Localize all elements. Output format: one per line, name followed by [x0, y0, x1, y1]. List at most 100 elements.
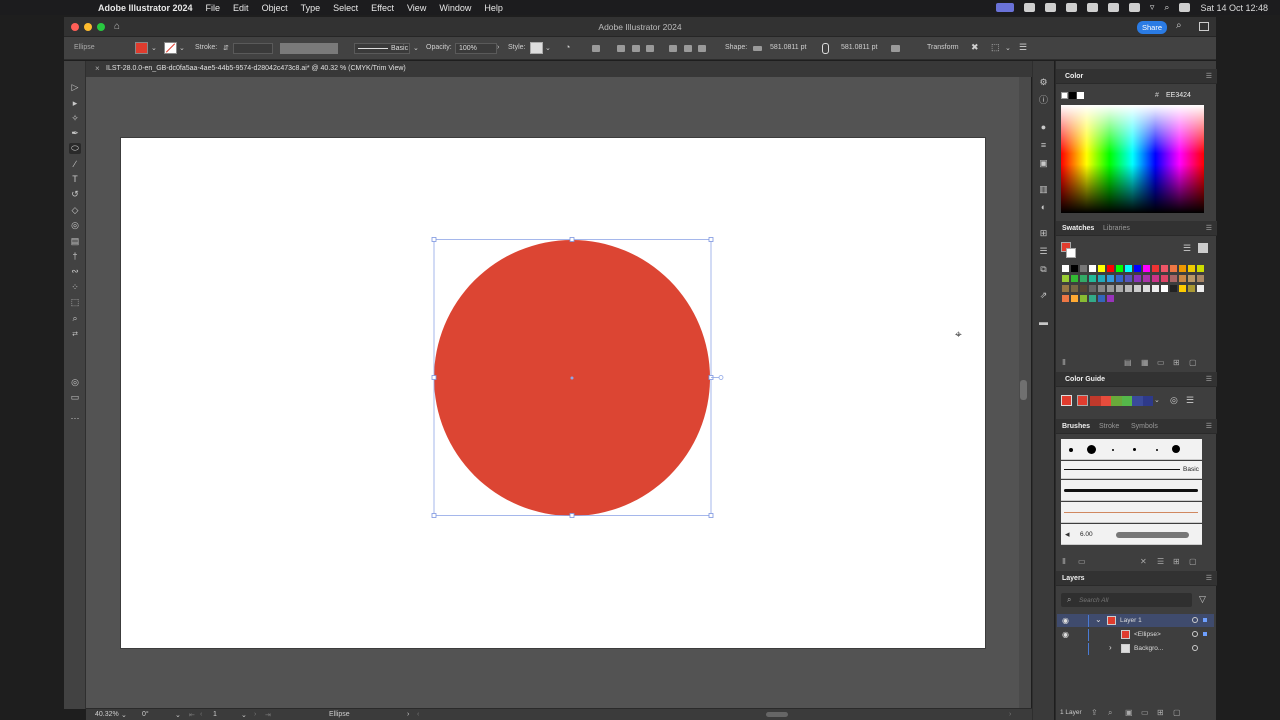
swatch[interactable]	[1080, 265, 1087, 272]
variable-width-profile[interactable]	[280, 43, 338, 54]
shape-builder-tool-icon[interactable]: ◎	[69, 220, 81, 231]
selection-tool-icon[interactable]: ▷	[69, 82, 81, 93]
last-artboard-icon[interactable]: ⇥	[265, 711, 271, 719]
swatch[interactable]	[1107, 265, 1114, 272]
hex-input[interactable]: EE3424	[1166, 92, 1191, 99]
locate-object-icon[interactable]: ⌕	[1108, 708, 1112, 718]
expand-chevron-icon[interactable]: ⌄	[1095, 615, 1102, 624]
visibility-eye-icon[interactable]: ◉	[1062, 630, 1069, 639]
harmony-color-5[interactable]	[1121, 396, 1132, 406]
info-panel-icon[interactable]: ⓘ	[1038, 95, 1049, 105]
ellipse-tool-icon[interactable]: ⬭	[69, 143, 81, 154]
screen-mode-icon[interactable]: ▭	[69, 392, 81, 403]
next-artboard-icon[interactable]: ›	[254, 711, 256, 718]
horizontal-scroll-thumb[interactable]	[766, 712, 788, 717]
word-icon[interactable]	[1023, 3, 1035, 12]
swatch[interactable]	[1152, 265, 1159, 272]
brushes-tab[interactable]: Brushes	[1062, 423, 1090, 430]
menu-help[interactable]: Help	[484, 3, 503, 13]
swatch[interactable]	[1188, 265, 1195, 272]
menu-edit[interactable]: Edit	[233, 3, 249, 13]
swatch-libraries-icon[interactable]: Ⅱ	[1062, 358, 1066, 367]
layers-panel-menu-icon[interactable]: ☰	[1206, 574, 1212, 582]
color-spectrum[interactable]	[1061, 105, 1204, 213]
harmony-color-1[interactable]	[1077, 395, 1088, 406]
search-icon[interactable]: ⌕	[1164, 2, 1169, 13]
close-tab-icon[interactable]: ×	[95, 64, 100, 73]
sync-icon[interactable]	[1065, 3, 1077, 12]
arrow-brush-row[interactable]	[1061, 502, 1202, 523]
delete-swatch-icon[interactable]: ▢	[1189, 358, 1197, 367]
harmony-color-4[interactable]	[1111, 396, 1122, 406]
screen-share-icon[interactable]	[995, 3, 1014, 12]
workspace-icon[interactable]	[1199, 22, 1209, 31]
brush-options-icon[interactable]: ☰	[1157, 557, 1164, 566]
color-panel-icon[interactable]: ●	[1038, 122, 1049, 132]
delete-layer-icon[interactable]: ▢	[1173, 708, 1181, 717]
stroke-tab[interactable]: Stroke	[1099, 423, 1119, 430]
color-guide-menu-icon[interactable]: ☰	[1206, 375, 1212, 383]
background-layer-name[interactable]: Backgro...	[1134, 645, 1163, 652]
swatch[interactable]	[1179, 275, 1186, 282]
swatch[interactable]	[1170, 285, 1177, 292]
swatch[interactable]	[1062, 295, 1069, 302]
menu-file[interactable]: File	[206, 3, 221, 13]
artboard-dropdown-icon[interactable]: ⌄	[241, 711, 247, 719]
basic-brush-row[interactable]: Basic	[1061, 461, 1202, 479]
transform-link[interactable]: Transform	[927, 44, 959, 51]
swatch[interactable]	[1125, 285, 1132, 292]
layers-tab[interactable]: Layers	[1062, 575, 1085, 582]
scroll-left-icon[interactable]: ‹	[417, 711, 419, 718]
swatch[interactable]	[1089, 285, 1096, 292]
swatch[interactable]	[1098, 295, 1105, 302]
creative-cloud-icon[interactable]	[1044, 3, 1056, 12]
swatches-tab[interactable]: Swatches	[1062, 225, 1094, 232]
export-icon[interactable]: ▣	[1038, 158, 1049, 168]
align-to-selection-icon[interactable]	[592, 45, 600, 52]
search-help-icon[interactable]: ⌕	[1176, 20, 1182, 31]
black-swatch[interactable]	[1069, 92, 1076, 99]
swatch[interactable]	[1134, 265, 1141, 272]
swatch[interactable]	[1098, 285, 1105, 292]
brush-tip-4[interactable]	[1133, 448, 1136, 451]
charcoal-brush-row[interactable]	[1061, 480, 1202, 501]
zoom-dropdown-icon[interactable]: ⌄	[121, 711, 127, 719]
swatch[interactable]	[1071, 295, 1078, 302]
constrain-proportions-icon[interactable]	[822, 43, 829, 54]
swatch[interactable]	[1197, 265, 1204, 272]
harmony-colors[interactable]	[1090, 396, 1153, 406]
height-input[interactable]: 581.0811 pt	[841, 44, 877, 51]
grid-view-icon[interactable]	[1198, 243, 1208, 253]
swatch[interactable]	[1071, 275, 1078, 282]
pie-widget-handle[interactable]	[718, 375, 724, 380]
target-icon[interactable]	[1192, 631, 1198, 637]
filter-icon[interactable]: ▽	[1199, 594, 1206, 605]
swatch[interactable]	[1125, 275, 1132, 282]
swatch[interactable]	[1197, 275, 1204, 282]
ellipse-layer-name[interactable]: <Ellipse>	[1134, 631, 1161, 638]
harmony-color-7[interactable]	[1142, 396, 1153, 406]
swatch[interactable]	[1179, 285, 1186, 292]
direct-selection-tool-icon[interactable]: ▸	[69, 98, 81, 109]
swatch[interactable]	[1116, 265, 1123, 272]
swatch[interactable]	[1062, 285, 1069, 292]
app-menu[interactable]: Adobe Illustrator 2024	[98, 3, 193, 13]
brush-libraries-icon[interactable]: Ⅱ	[1062, 557, 1066, 566]
rotate-tool-icon[interactable]: ↺	[69, 189, 81, 200]
menu-window[interactable]: Window	[439, 3, 471, 13]
color-panel-menu-icon[interactable]: ☰	[1206, 72, 1212, 80]
draw-mode-icon[interactable]: ◎	[69, 377, 81, 388]
new-color-group-icon[interactable]: ▭	[1157, 358, 1165, 367]
swatches-stroke-box[interactable]	[1066, 248, 1076, 258]
harmony-color-3[interactable]	[1100, 396, 1111, 406]
swatch[interactable]	[1071, 265, 1078, 272]
swatch[interactable]	[1125, 265, 1132, 272]
menu-object[interactable]: Object	[262, 3, 288, 13]
recolor-artwork-icon[interactable]: ◔	[565, 42, 570, 52]
align-right-icon[interactable]	[646, 45, 654, 52]
width-input[interactable]: 581.0811 pt	[770, 44, 806, 51]
brush-definition-dropdown[interactable]: Basic	[354, 43, 410, 54]
ellipse-selection[interactable]	[420, 230, 730, 525]
swatch[interactable]	[1170, 265, 1177, 272]
layer-row[interactable]: ◉ ⌄ Layer 1	[1057, 614, 1214, 627]
